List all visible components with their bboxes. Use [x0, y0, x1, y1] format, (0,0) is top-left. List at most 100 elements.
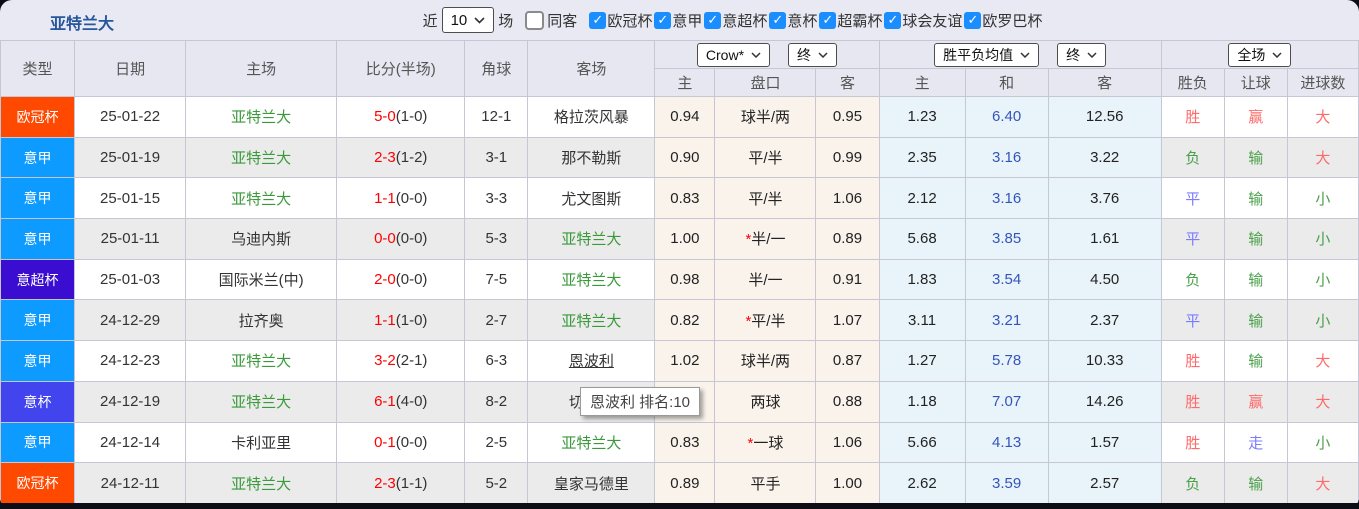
recent-games-value: 10: [450, 11, 468, 29]
table-row: 意甲 24-12-14 卡利亚里 0-1(0-0) 2-5 亚特兰大 0.83 …: [0, 421, 1359, 464]
fulltime-score: 2-3: [374, 149, 396, 167]
filter-seriea[interactable]: ✓ 意甲: [654, 10, 702, 31]
filter-friendly[interactable]: ✓ 球会友谊: [884, 10, 962, 31]
avg-home-odds: 1.27: [878, 340, 966, 382]
away-odds: 0.88: [815, 380, 880, 423]
away-team[interactable]: 亚特兰大: [527, 421, 656, 464]
away-odds: 0.95: [815, 96, 880, 138]
handicap-result-cell: 输: [1223, 258, 1288, 301]
checkbox-checked-icon[interactable]: ✓: [769, 11, 787, 29]
bookmaker-state-select[interactable]: 终: [788, 42, 838, 67]
away-team[interactable]: 亚特兰大: [527, 258, 656, 301]
stats-panel: 亚特兰大 近 10 场 同客 ✓ 欧冠杯 ✓ 意甲 ✓ 意超杯 ✓ 意杯 ✓ 超霸杯 ✓ 球…: [0, 0, 1359, 503]
away-team[interactable]: 亚特兰大: [527, 299, 656, 342]
chevron-down-icon: [1087, 51, 1097, 58]
filter-supercup[interactable]: ✓ 超霸杯: [819, 10, 882, 31]
avg-home-odds: 1.23: [878, 96, 966, 138]
checkbox-checked-icon[interactable]: ✓: [654, 11, 672, 29]
away-team[interactable]: 那不勒斯: [527, 136, 656, 179]
home-odds: 0.98: [654, 258, 716, 301]
checkbox-checked-icon[interactable]: ✓: [964, 11, 982, 29]
chevron-down-icon: [751, 51, 761, 58]
home-team[interactable]: 亚特兰大: [185, 136, 338, 179]
chevron-down-icon: [818, 51, 828, 58]
handicap-value: 半/一: [751, 231, 786, 249]
score-cell: 1-1(1-0): [336, 299, 466, 342]
goals-result-cell: 小: [1286, 177, 1359, 220]
halftime-score: (0-0): [395, 189, 428, 207]
sub-header-home-odds: 主: [654, 68, 716, 97]
average-select[interactable]: 胜平负均值: [934, 42, 1040, 67]
halftime-score: (0-0): [395, 433, 428, 451]
filter-ucl[interactable]: ✓ 欧冠杯: [589, 10, 652, 31]
home-team[interactable]: 亚特兰大: [185, 380, 338, 423]
corner-cell: 3-3: [464, 177, 529, 220]
checkbox-checked-icon[interactable]: ✓: [884, 11, 902, 29]
fulltime-score: 2-0: [374, 271, 396, 289]
handicap-value: 两球: [750, 394, 781, 412]
goals-result-cell: 大: [1286, 96, 1359, 138]
avg-draw-odds: 3.21: [964, 299, 1049, 342]
checkbox-checked-icon[interactable]: ✓: [819, 11, 837, 29]
league-badge: 意甲: [0, 136, 76, 179]
bookmaker-select[interactable]: Crow*: [696, 42, 771, 67]
fulltime-score: 6-1: [374, 393, 396, 411]
recent-games-select[interactable]: 10: [441, 7, 495, 33]
match-date: 25-01-11: [74, 218, 187, 260]
average-state-select[interactable]: 终: [1057, 42, 1107, 67]
score-cell: 0-1(0-0): [336, 421, 466, 464]
away-team[interactable]: 尤文图斯: [527, 177, 656, 220]
home-team[interactable]: 卡利亚里: [185, 421, 338, 464]
result-cell: 平: [1160, 218, 1225, 260]
halftime-score: (4-0): [395, 393, 428, 411]
scope-select-group: 全场: [1160, 40, 1359, 69]
checkbox-checked-icon[interactable]: ✓: [704, 11, 722, 29]
chevron-down-icon: [474, 16, 485, 24]
filter-europa[interactable]: ✓ 欧罗巴杯: [964, 10, 1042, 31]
table-row: 欧冠杯 25-01-22 亚特兰大 5-0(1-0) 12-1 格拉茨风暴 0.…: [0, 96, 1359, 138]
home-team[interactable]: 乌迪内斯: [185, 218, 338, 260]
checkbox-checked-icon[interactable]: ✓: [589, 11, 607, 29]
away-team[interactable]: 皇家马德里: [527, 462, 656, 503]
goals-result-cell: 小: [1286, 421, 1359, 464]
handicap-value: 球半/两: [740, 109, 791, 127]
home-team[interactable]: 国际米兰(中): [185, 258, 338, 301]
bookmaker-select-value: Crow*: [705, 46, 745, 63]
handicap-result-cell: 输: [1223, 218, 1288, 260]
home-team[interactable]: 拉齐奥: [185, 299, 338, 342]
corner-cell: 8-2: [464, 380, 529, 423]
home-team[interactable]: 亚特兰大: [185, 96, 338, 138]
home-team[interactable]: 亚特兰大: [185, 177, 338, 220]
halftime-score: (1-0): [395, 108, 428, 126]
goals-result-cell: 大: [1286, 136, 1359, 179]
goals-result-cell: 小: [1286, 218, 1359, 260]
away-team-hovered[interactable]: 恩波利: [527, 340, 656, 382]
home-team[interactable]: 亚特兰大: [185, 462, 338, 503]
near-label: 近: [422, 12, 438, 30]
home-odds: 0.83: [654, 177, 716, 220]
filter-supercoppa[interactable]: ✓ 意超杯: [704, 10, 767, 31]
away-team[interactable]: 亚特兰大: [527, 218, 656, 260]
away-team[interactable]: 格拉茨风暴: [527, 96, 656, 138]
same-away-checkbox[interactable]: [525, 10, 545, 30]
handicap-cell: 半/一: [714, 258, 817, 301]
corner-cell: 5-3: [464, 218, 529, 260]
fulltime-score: 3-2: [374, 352, 396, 370]
handicap-cell: *平/半: [714, 299, 817, 342]
match-date: 25-01-19: [74, 136, 187, 179]
table-row: 意甲 25-01-15 亚特兰大 1-1(0-0) 3-3 尤文图斯 0.83 …: [0, 177, 1359, 220]
handicap-cell: 平/半: [714, 177, 817, 220]
col-header-score: 比分(半场): [336, 40, 466, 97]
result-cell: 胜: [1160, 421, 1225, 464]
scope-select[interactable]: 全场: [1228, 42, 1292, 67]
away-team-link[interactable]: 恩波利: [569, 353, 614, 370]
sub-header-handicap: 盘口: [714, 68, 817, 97]
handicap-value: 半/一: [748, 272, 783, 290]
home-team[interactable]: 亚特兰大: [185, 340, 338, 382]
scope-select-value: 全场: [1237, 46, 1266, 63]
goals-result-cell: 大: [1286, 340, 1359, 382]
filter-coppa[interactable]: ✓ 意杯: [769, 10, 817, 31]
goals-result-cell: 小: [1286, 258, 1359, 301]
sub-header-avg-away: 客: [1047, 68, 1162, 97]
avg-draw-odds: 4.13: [964, 421, 1049, 464]
